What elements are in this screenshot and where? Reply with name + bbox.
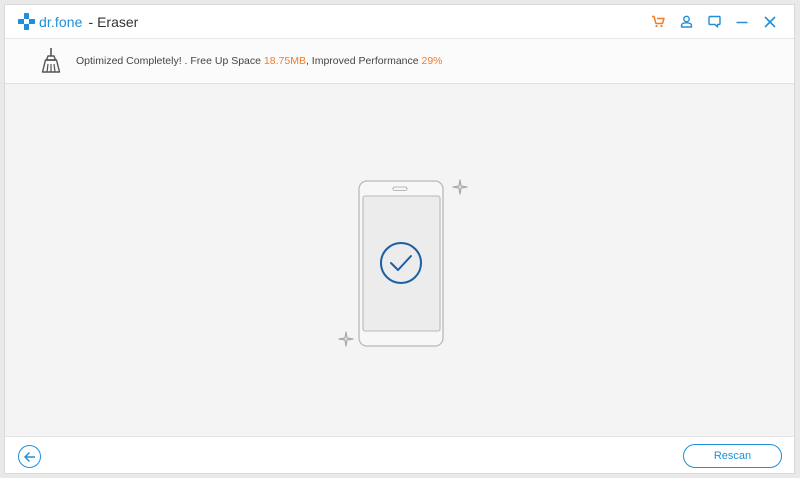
close-button[interactable]: [756, 8, 784, 36]
account-icon: [680, 15, 692, 28]
app-logo: dr.fone - Eraser: [18, 13, 138, 30]
module-title: - Eraser: [88, 13, 139, 30]
status-prefix: Optimized Completely! . Free Up Space: [76, 55, 264, 67]
cart-icon: [652, 15, 665, 28]
minimize-button[interactable]: [728, 8, 756, 36]
status-message: Optimized Completely! . Free Up Space 18…: [76, 55, 443, 67]
account-button[interactable]: [672, 8, 700, 36]
drfone-logo-icon: [18, 13, 35, 30]
minimize-icon: [736, 21, 748, 23]
rescan-button[interactable]: Rescan: [683, 444, 782, 468]
brand-name: dr.fone: [39, 13, 83, 30]
title-bar: dr.fone - Eraser: [5, 5, 794, 38]
status-bar: Optimized Completely! . Free Up Space 18…: [5, 38, 794, 84]
phone-icon: [358, 180, 444, 347]
sparkle-icon: [452, 179, 468, 195]
status-middle: , Improved Performance: [305, 55, 422, 67]
arrow-left-icon: [23, 451, 35, 462]
feedback-button[interactable]: [700, 8, 728, 36]
cart-button[interactable]: [644, 8, 672, 36]
window-controls: [644, 5, 784, 38]
feedback-icon: [707, 15, 721, 28]
broom-icon: [41, 48, 61, 73]
close-icon: [764, 15, 776, 28]
back-button[interactable]: [18, 445, 41, 468]
footer-bar: Rescan: [5, 436, 794, 473]
freed-space-value: 18.75MB: [263, 55, 306, 67]
performance-value: 29%: [421, 55, 443, 67]
sparkle-icon: [338, 331, 354, 347]
phone-success-illustration: [338, 179, 468, 347]
main-content: [5, 84, 794, 438]
app-window: dr.fone - Eraser Optimized Completely! .…: [4, 4, 795, 474]
